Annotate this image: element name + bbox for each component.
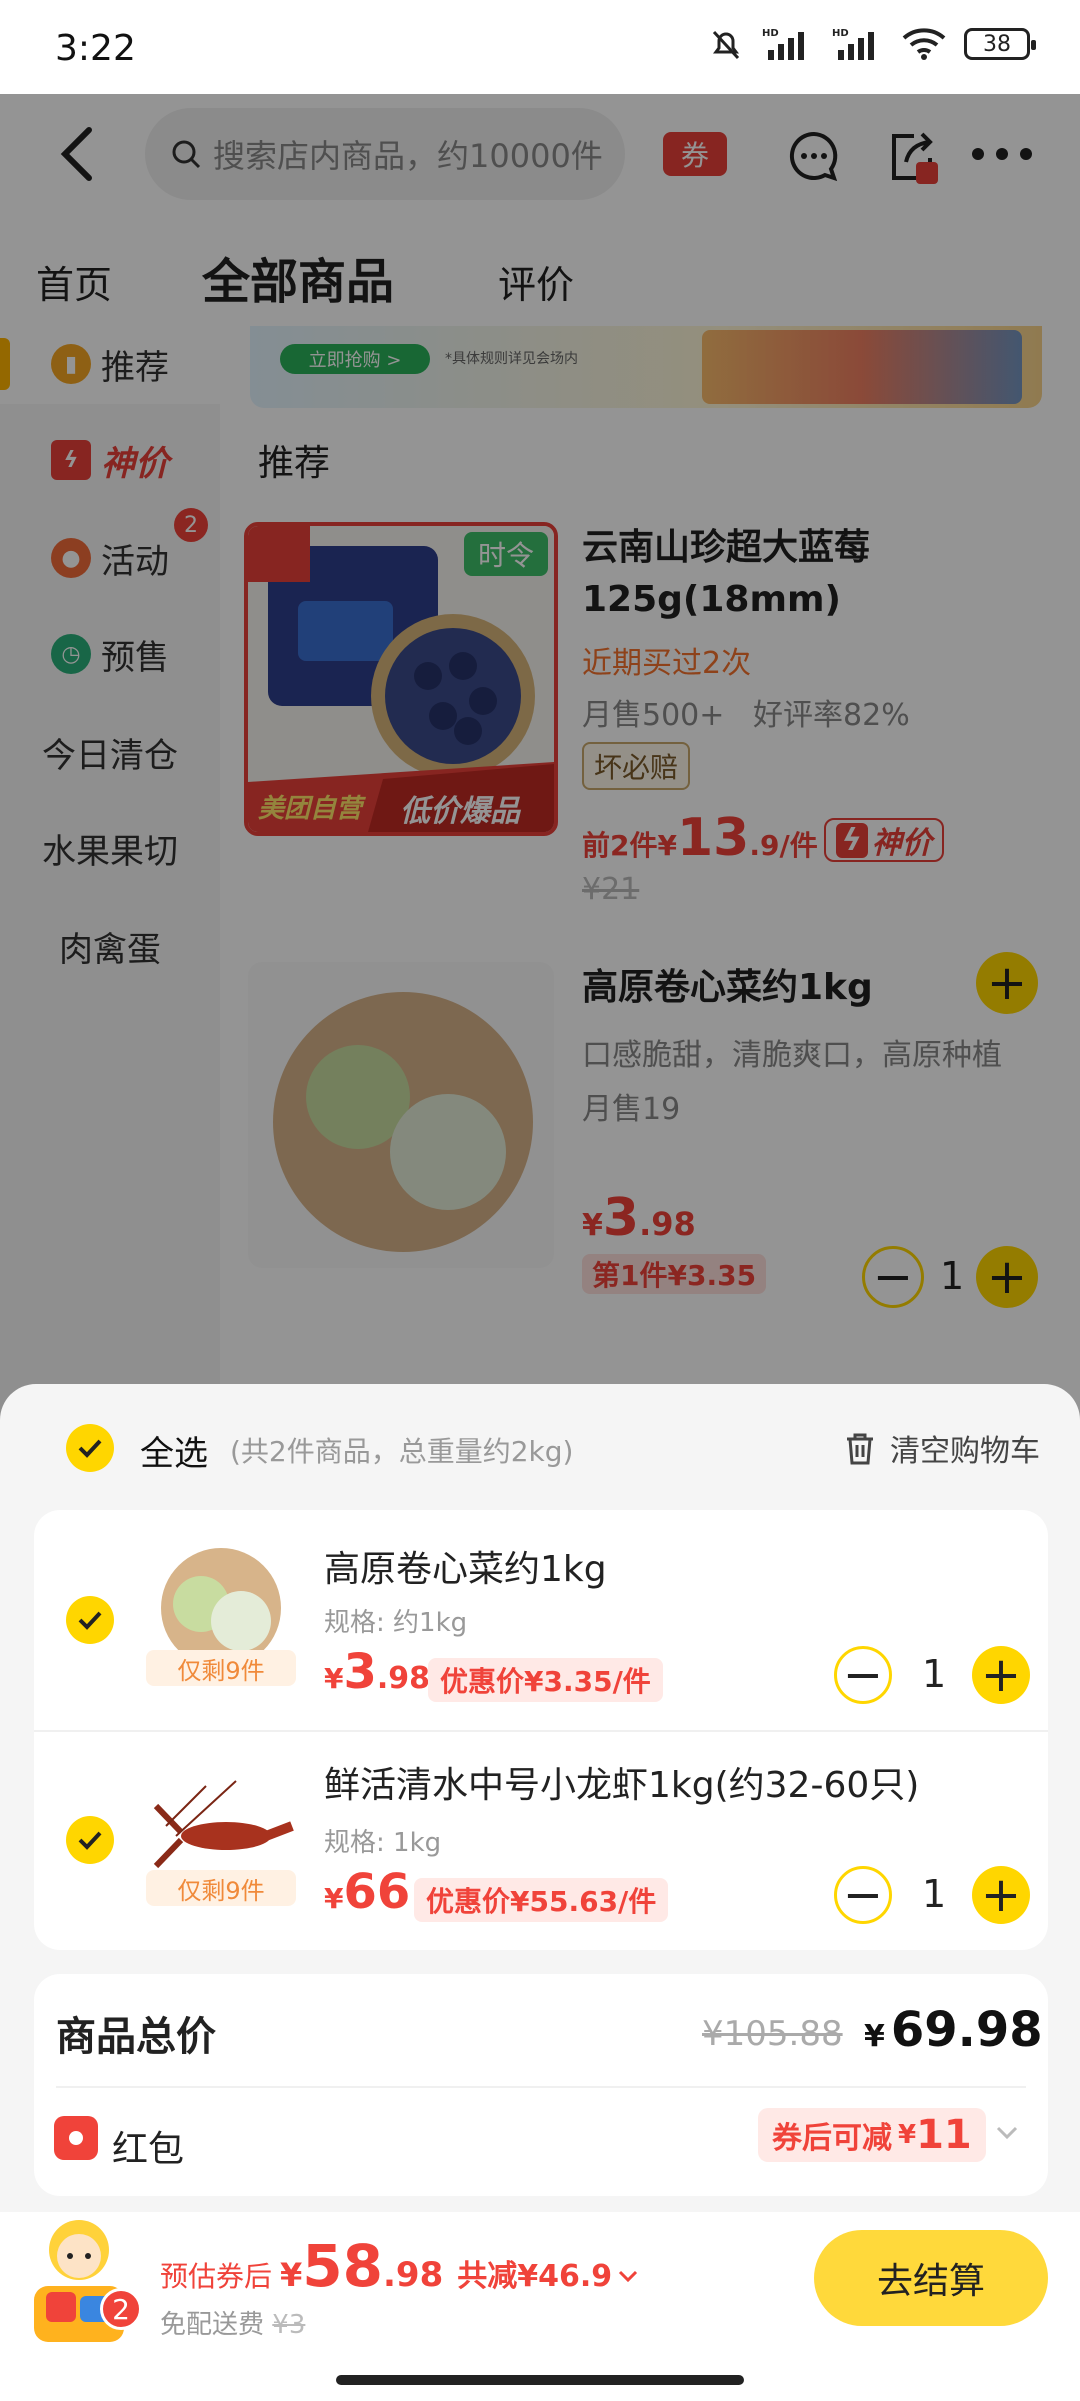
red-packet-icon xyxy=(54,2116,98,2160)
status-time: 3:22 xyxy=(55,28,136,69)
svg-text:HD: HD xyxy=(762,28,779,39)
free-delivery-label: 免配送费 xyxy=(160,2310,265,2340)
item-checkbox[interactable] xyxy=(66,1816,114,1864)
signal-2-icon: HD xyxy=(832,28,874,60)
divider xyxy=(56,2086,1026,2088)
cart-item-price: ¥ 66 xyxy=(324,1864,411,1920)
cart-count-badge: 2 xyxy=(100,2288,142,2330)
original-total: ¥105.88 xyxy=(702,2014,843,2054)
check-icon xyxy=(78,1611,102,1630)
red-packet-amount: 11 xyxy=(916,2112,972,2158)
select-all-checkbox[interactable] xyxy=(66,1424,114,1472)
cart-item: 仅剩9件 鲜活清水中号小龙虾1kg(约32-60只) 规格: 1kg ¥ 66 … xyxy=(34,1730,1048,1950)
price-int: 66 xyxy=(343,1864,411,1920)
increase-qty-button[interactable]: + xyxy=(972,1646,1030,1704)
check-icon xyxy=(78,1439,102,1458)
est-dec: .98 xyxy=(383,2255,444,2295)
trash-icon xyxy=(847,1433,873,1465)
est-label: 预估券后 xyxy=(160,2260,273,2293)
checkout-bar: 2 预估券后 ¥ 58 .98 共减¥46.9 免配送费 ¥3 去结算 xyxy=(0,2212,1080,2401)
item-checkbox[interactable] xyxy=(66,1596,114,1644)
cabbage-thumbnail[interactable] xyxy=(146,1546,296,1666)
cart-item: 仅剩9件 高原卷心菜约1kg 规格: 约1kg ¥ 3 .98 优惠价¥3.35… xyxy=(34,1510,1048,1730)
home-indicator[interactable] xyxy=(336,2375,744,2385)
signal-icon: HD xyxy=(762,28,804,60)
total-label: 商品总价 xyxy=(56,2014,216,2060)
price-dec: .98 xyxy=(376,1661,431,1696)
clear-cart-button[interactable]: 清空购物车 xyxy=(844,1426,1040,1470)
saved-amount[interactable]: 共减¥46.9 xyxy=(457,2251,612,2295)
cart-items: 仅剩9件 高原卷心菜约1kg 规格: 约1kg ¥ 3 .98 优惠价¥3.35… xyxy=(34,1510,1048,1950)
cart-item-name[interactable]: 高原卷心菜约1kg xyxy=(324,1540,607,1592)
cart-item-spec: 规格: 约1kg xyxy=(324,1608,468,1638)
increase-qty-button[interactable]: + xyxy=(972,1866,1030,1924)
decrease-qty-button[interactable]: − xyxy=(834,1866,892,1924)
red-packet-value[interactable]: 券后可减 ¥ 11 xyxy=(758,2108,986,2162)
check-icon xyxy=(78,1831,102,1850)
mute-bell-icon xyxy=(712,30,740,60)
estimated-price: 预估券后 ¥ 58 .98 共减¥46.9 xyxy=(160,2232,640,2300)
est-int: 58 xyxy=(302,2232,383,2300)
crayfish-thumbnail[interactable] xyxy=(146,1766,296,1886)
select-all-label[interactable]: 全选 xyxy=(140,1426,208,1475)
status-icons: HD HD 38 xyxy=(708,26,1036,62)
chevron-down-icon[interactable] xyxy=(616,2266,640,2286)
checkout-button[interactable]: 去结算 xyxy=(814,2230,1048,2326)
decrease-qty-button[interactable]: − xyxy=(834,1646,892,1704)
cart-item-price: ¥ 3 .98 xyxy=(324,1644,431,1700)
wifi-icon xyxy=(902,28,946,60)
item-qty: 1 xyxy=(922,1872,947,1916)
red-packet-prefix: 券后可减 xyxy=(772,2121,892,2156)
cart-item-spec: 规格: 1kg xyxy=(324,1828,442,1858)
svg-text:HD: HD xyxy=(832,28,849,39)
current-total: ¥69.98 xyxy=(864,2002,1043,2058)
discount-price: 优惠价¥3.35/件 xyxy=(428,1658,663,1702)
status-bar: 3:22 HD HD 38 xyxy=(0,0,1080,94)
mascot-cart-icon[interactable] xyxy=(24,2216,134,2352)
discount-price: 优惠价¥55.63/件 xyxy=(414,1878,669,1922)
item-qty: 1 xyxy=(922,1652,947,1696)
price-int: 3 xyxy=(343,1644,377,1700)
cart-summary: (共2件商品，总重量约2kg) xyxy=(230,1435,574,1468)
cart-item-name[interactable]: 鲜活清水中号小龙虾1kg(约32-60只) xyxy=(324,1756,919,1808)
clear-cart-label: 清空购物车 xyxy=(890,1434,1040,1469)
current-total-value: 69.98 xyxy=(890,2002,1043,2058)
cart-sheet: 全选 (共2件商品，总重量约2kg) 清空购物车 仅剩9件 高原卷心菜约1kg … xyxy=(0,1384,1080,2401)
stock-remaining: 仅剩9件 xyxy=(146,1870,296,1906)
battery-icon: 38 xyxy=(964,28,1036,60)
delivery-original-fee: ¥3 xyxy=(272,2310,306,2340)
delivery-fee: 免配送费 ¥3 xyxy=(160,2304,305,2341)
chevron-down-icon[interactable] xyxy=(992,2118,1022,2148)
select-all-row: 全选 (共2件商品，总重量约2kg) 清空购物车 xyxy=(0,1384,1080,1494)
price-summary: 商品总价 ¥105.88 ¥69.98 红包 券后可减 ¥ 11 xyxy=(34,1974,1048,2196)
stock-remaining: 仅剩9件 xyxy=(146,1650,296,1686)
red-packet-label[interactable]: 红包 xyxy=(112,2120,184,2172)
